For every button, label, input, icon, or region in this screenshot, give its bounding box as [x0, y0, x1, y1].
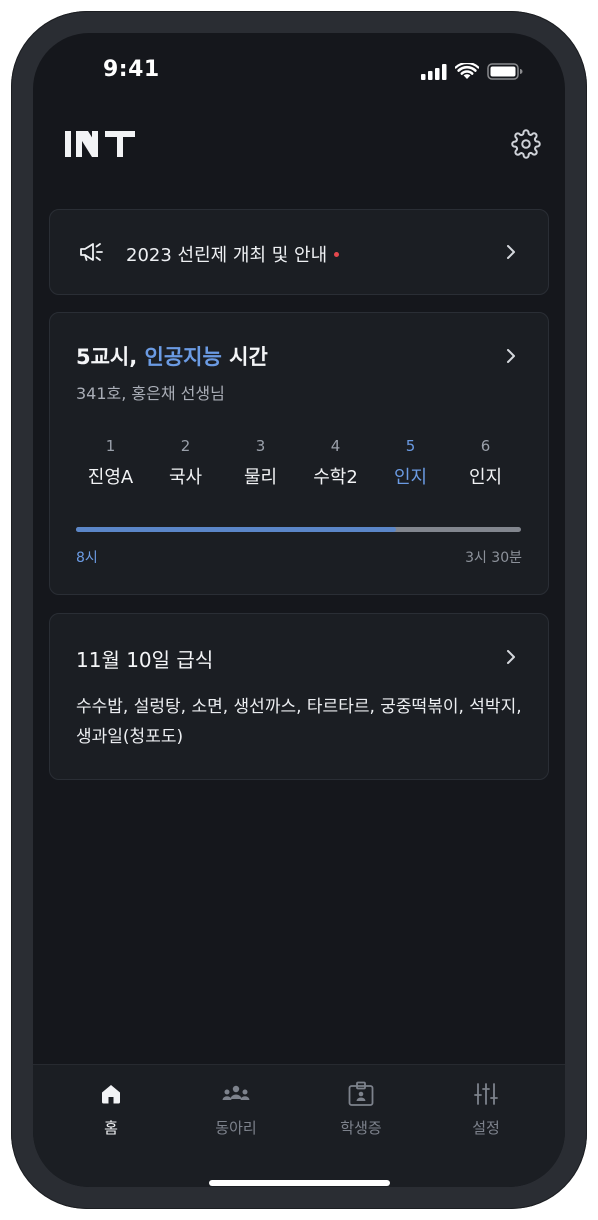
chevron-right-icon [507, 349, 515, 363]
period-number: 3 [255, 437, 266, 455]
bottom-tab-bar: 홈 동아리 학생증 설정 [33, 1064, 565, 1187]
period-item: 2 국사 [148, 437, 223, 489]
class-title: 5교시, 인공지능 시간 [76, 341, 268, 371]
tab-settings[interactable]: 설정 [446, 1079, 526, 1138]
day-progress-fill [76, 527, 397, 532]
unread-dot [334, 252, 340, 257]
meal-card[interactable]: 11월 10일 급식 수수밥, 설렁탕, 소면, 생선까스, 타르타르, 궁중떡… [49, 613, 549, 780]
tab-student-id[interactable]: 학생증 [321, 1079, 401, 1138]
class-subject: 인공지능 [144, 345, 222, 369]
day-progress-bar [76, 527, 521, 532]
status-time: 9:41 [103, 57, 160, 82]
signal-icon [421, 63, 447, 80]
period-subject: 물리 [243, 467, 278, 488]
school-start-time: 8시 [76, 550, 98, 566]
class-period-label: 5교시, [76, 345, 145, 369]
period-number: 2 [180, 437, 191, 455]
school-end-time: 3시 30분 [465, 550, 522, 566]
period-subject: 인지 [468, 467, 503, 488]
period-number: 6 [480, 437, 491, 455]
chevron-right-icon [507, 245, 515, 259]
tab-label: 설정 [472, 1119, 500, 1137]
period-item-current: 5 인지 [373, 437, 448, 489]
group-icon [222, 1085, 250, 1100]
app-logo [65, 129, 141, 163]
phone-frame: 9:41 2023 선린제 개최 및 안내 5교시, 인공지능 시간 341호,… [11, 11, 587, 1209]
wifi-icon [455, 63, 479, 79]
period-subject: 진영A [87, 467, 134, 488]
sliders-icon [474, 1083, 498, 1105]
notice-card[interactable]: 2023 선린제 개최 및 안내 [49, 209, 549, 295]
megaphone-icon [80, 243, 103, 261]
period-number: 1 [105, 437, 116, 455]
logo-mark [65, 131, 135, 157]
class-title-suffix: 시간 [221, 345, 268, 369]
home-icon [102, 1085, 120, 1104]
period-item: 1 진영A [73, 437, 148, 489]
class-room-teacher: 341호, 홍은채 선생님 [76, 384, 225, 403]
app-screen: 9:41 2023 선린제 개최 및 안내 5교시, 인공지능 시간 341호,… [33, 33, 565, 1187]
home-indicator [209, 1180, 390, 1186]
period-subject: 국사 [168, 467, 203, 488]
battery-icon [487, 63, 523, 80]
id-card-icon [348, 1081, 374, 1106]
class-card[interactable]: 5교시, 인공지능 시간 341호, 홍은채 선생님 1 진영A 2 국사 3 물리 … [49, 312, 549, 595]
settings-button[interactable] [511, 129, 541, 159]
period-subject: 인지 [393, 467, 428, 488]
period-item: 6 인지 [448, 437, 523, 489]
period-number: 4 [330, 437, 341, 455]
tab-club[interactable]: 동아리 [196, 1079, 276, 1138]
period-list: 1 진영A 2 국사 3 물리 4 수학2 5 인지 6 인지 [73, 437, 523, 489]
tab-label: 홈 [104, 1119, 118, 1137]
tab-label: 동아리 [215, 1119, 257, 1137]
period-number: 5 [405, 437, 416, 455]
status-icons [421, 63, 523, 80]
notice-title: 2023 선린제 개최 및 안내 [126, 245, 328, 266]
period-item: 4 수학2 [298, 437, 373, 489]
period-subject: 수학2 [313, 467, 358, 488]
chevron-right-icon [507, 650, 515, 664]
gear-icon [511, 129, 541, 159]
tab-label: 학생증 [340, 1119, 382, 1137]
meal-menu: 수수밥, 설렁탕, 소면, 생선까스, 타르타르, 궁중떡볶이, 석박지, 생과… [76, 697, 522, 747]
tab-home[interactable]: 홈 [71, 1079, 151, 1138]
meal-title: 11월 10일 급식 [76, 648, 214, 672]
period-item: 3 물리 [223, 437, 298, 489]
notice-text: 2023 선린제 개최 및 안내 [126, 241, 340, 267]
